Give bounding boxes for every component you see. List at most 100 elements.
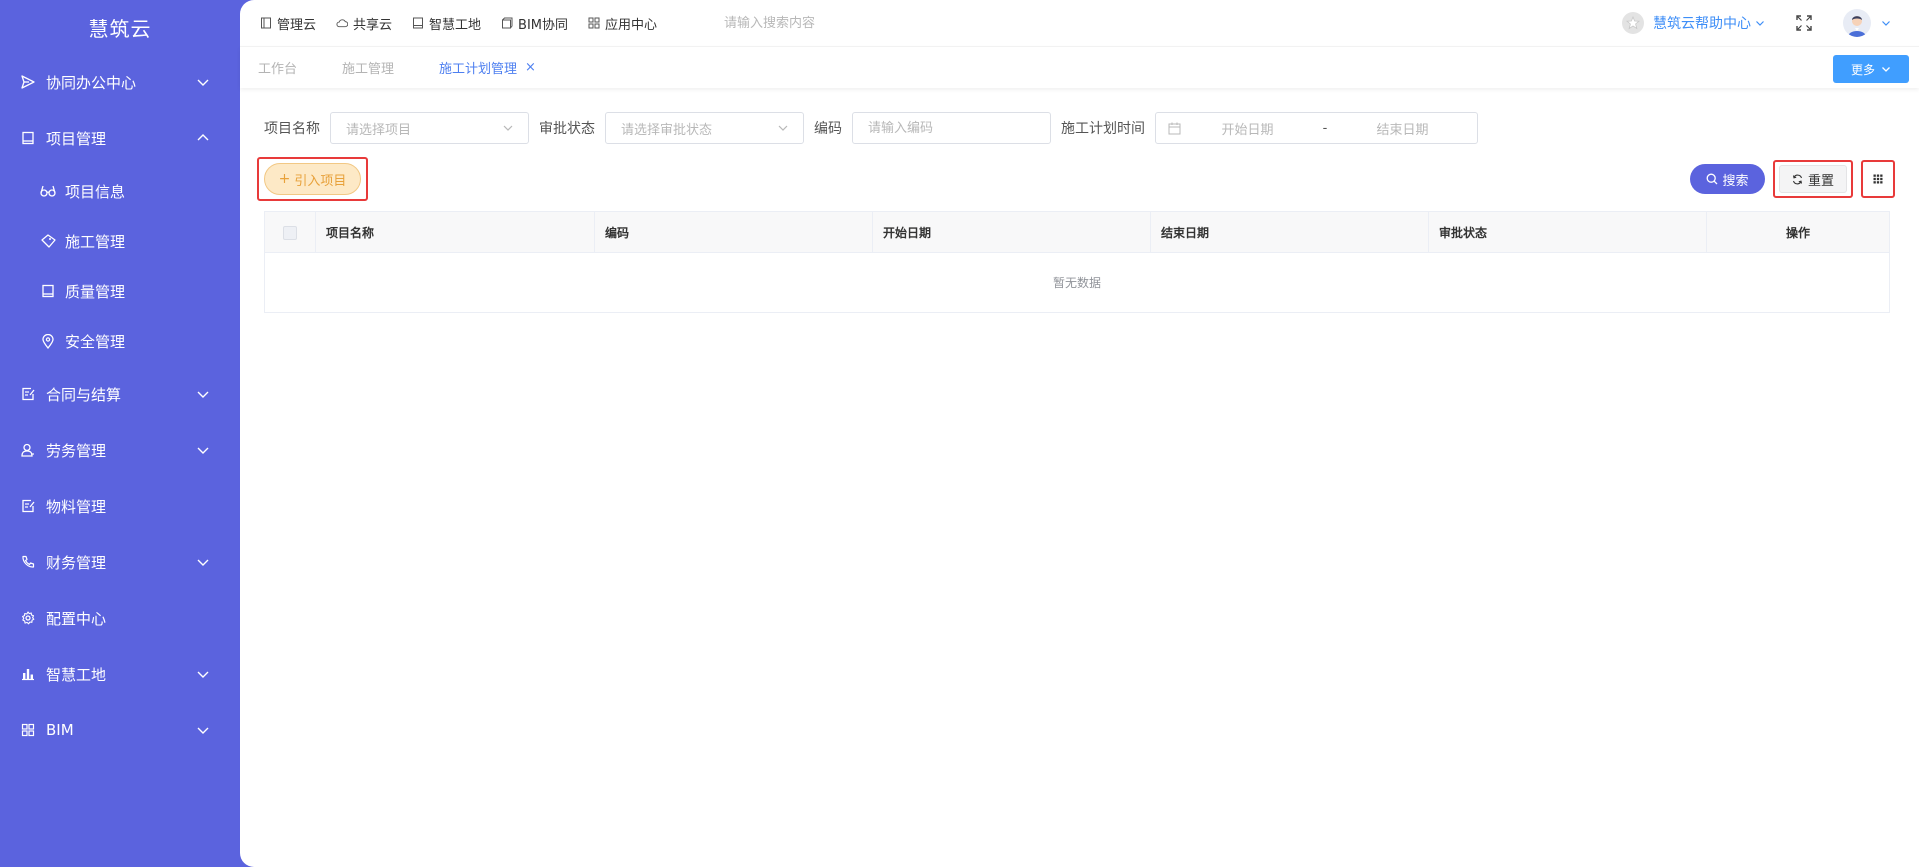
chevron-down-icon[interactable] bbox=[1881, 18, 1891, 28]
sidebar-item-material-management[interactable]: 物料管理 bbox=[0, 478, 240, 534]
sidebar-item-config-center[interactable]: 配置中心 bbox=[0, 590, 240, 646]
filter-bar: 项目名称 请选择项目 审批状态 请选择审批状态 编码 施工计划时间 开始日期 -… bbox=[264, 112, 1478, 144]
top-nav-bim-collab[interactable]: BIM协同 bbox=[501, 14, 568, 33]
tabs-bar: 工作台 施工管理 施工计划管理 × 更多 bbox=[240, 46, 1919, 88]
reset-highlight-box: 重置 bbox=[1773, 160, 1853, 198]
project-name-placeholder: 请选择项目 bbox=[346, 122, 412, 138]
sidebar-subitem-safety-management[interactable]: 安全管理 bbox=[0, 316, 240, 366]
chevron-down-icon bbox=[1881, 64, 1891, 74]
sidebar-subitem-label: 项目信息 bbox=[65, 182, 126, 201]
tab-label: 施工计划管理 bbox=[439, 62, 518, 77]
sidebar-item-contract-settlement[interactable]: 合同与结算 bbox=[0, 366, 240, 422]
sidebar-item-label: 财务管理 bbox=[46, 553, 107, 572]
plan-table: 项目名称 编码 开始日期 结束日期 审批状态 操作 暂无数据 bbox=[264, 211, 1890, 313]
sidebar-item-finance-management[interactable]: 财务管理 bbox=[0, 534, 240, 590]
reset-button[interactable]: 重置 bbox=[1779, 165, 1847, 193]
top-bar: 管理云 共享云 智慧工地 BIM协同 应用中心 请输入搜索内容 慧筑云帮助中心 bbox=[240, 0, 1919, 46]
fullscreen-icon[interactable] bbox=[1795, 14, 1813, 32]
user-avatar[interactable] bbox=[1843, 9, 1871, 37]
chevron-down-icon bbox=[1755, 18, 1765, 28]
chevron-down-icon bbox=[777, 122, 789, 134]
plus-icon: + bbox=[278, 171, 291, 187]
tab-label: 工作台 bbox=[258, 62, 298, 77]
top-nav-app-center[interactable]: 应用中心 bbox=[588, 14, 657, 33]
tab-workbench[interactable]: 工作台 bbox=[258, 58, 297, 77]
sidebar-subitem-construction-management[interactable]: 施工管理 bbox=[0, 216, 240, 266]
book-icon bbox=[20, 130, 36, 146]
code-input[interactable] bbox=[852, 112, 1051, 144]
tab-label: 施工管理 bbox=[342, 62, 395, 77]
column-header[interactable]: 编码 bbox=[595, 212, 873, 253]
tab-close-icon[interactable]: × bbox=[525, 60, 536, 75]
top-nav-management-cloud[interactable]: 管理云 bbox=[260, 14, 316, 33]
project-name-select[interactable]: 请选择项目 bbox=[330, 112, 529, 144]
chevron-down-icon bbox=[196, 387, 210, 401]
chevron-down-icon bbox=[502, 122, 514, 134]
import-highlight-box: + 引入项目 bbox=[257, 157, 368, 201]
global-search-input[interactable] bbox=[724, 10, 925, 36]
more-button-label: 更多 bbox=[1850, 62, 1875, 77]
tab-construction-management[interactable]: 施工管理 bbox=[342, 58, 394, 77]
location-icon bbox=[40, 333, 56, 349]
table-header: 项目名称 编码 开始日期 结束日期 审批状态 操作 bbox=[265, 212, 1889, 253]
approval-status-select[interactable]: 请选择审批状态 bbox=[605, 112, 804, 144]
main-panel: 管理云 共享云 智慧工地 BIM协同 应用中心 请输入搜索内容 慧筑云帮助中心 … bbox=[240, 0, 1919, 867]
column-header: 操作 bbox=[1785, 226, 1810, 240]
sidebar-item-label: 物料管理 bbox=[46, 497, 107, 516]
top-nav-shared-cloud[interactable]: 共享云 bbox=[336, 14, 392, 33]
grid-icon bbox=[588, 17, 600, 29]
approval-status-placeholder: 请选择审批状态 bbox=[621, 122, 713, 138]
column-header[interactable]: 项目名称 bbox=[316, 212, 595, 253]
sidebar-item-collab-office[interactable]: 协同办公中心 bbox=[0, 54, 240, 110]
sidebar-subitem-project-info[interactable]: 项目信息 bbox=[0, 166, 240, 216]
sidebar-item-smart-site[interactable]: 智慧工地 bbox=[0, 646, 240, 702]
book-icon bbox=[260, 17, 272, 29]
tab-construction-plan-management[interactable]: 施工计划管理 × bbox=[439, 58, 536, 77]
search-button[interactable]: 搜索 bbox=[1690, 164, 1765, 194]
cube-icon bbox=[501, 17, 513, 29]
sidebar: 慧筑云 协同办公中心 项目管理 项目信息 施工管理 质量管理 安全管理 合同与结… bbox=[0, 0, 240, 867]
user-icon bbox=[20, 442, 36, 458]
sidebar-item-labor-management[interactable]: 劳务管理 bbox=[0, 422, 240, 478]
plan-date-range-picker[interactable]: 开始日期 - 结束日期 bbox=[1155, 112, 1478, 144]
edit-doc-icon bbox=[20, 498, 36, 514]
help-center-link[interactable]: 慧筑云帮助中心 bbox=[1653, 13, 1765, 33]
top-nav: 管理云 共享云 智慧工地 BIM协同 应用中心 bbox=[260, 14, 677, 33]
sidebar-item-bim[interactable]: BIM bbox=[0, 702, 240, 758]
column-header[interactable]: 开始日期 bbox=[873, 212, 1151, 253]
column-header[interactable]: 结束日期 bbox=[1151, 212, 1429, 253]
code-label: 编码 bbox=[814, 121, 842, 137]
search-icon bbox=[1706, 173, 1718, 185]
bar-chart-icon bbox=[20, 666, 36, 682]
plan-time-label: 施工计划时间 bbox=[1061, 121, 1145, 137]
chevron-down-icon bbox=[196, 75, 210, 89]
sidebar-item-label: 协同办公中心 bbox=[46, 73, 137, 92]
top-nav-smart-site[interactable]: 智慧工地 bbox=[412, 14, 481, 33]
import-project-button[interactable]: + 引入项目 bbox=[264, 163, 361, 195]
phone-icon bbox=[20, 554, 36, 570]
project-name-label: 项目名称 bbox=[264, 121, 320, 137]
sidebar-item-project-management[interactable]: 项目管理 bbox=[0, 110, 240, 166]
sidebar-item-label: 项目管理 bbox=[46, 129, 107, 148]
sidebar-subitem-quality-management[interactable]: 质量管理 bbox=[0, 266, 240, 316]
chevron-down-icon bbox=[196, 667, 210, 681]
column-settings-button[interactable] bbox=[1866, 165, 1890, 193]
start-date-placeholder[interactable]: 开始日期 bbox=[1185, 119, 1310, 138]
more-button[interactable]: 更多 bbox=[1833, 55, 1909, 83]
top-nav-label: 管理云 bbox=[277, 17, 317, 33]
chevron-down-icon bbox=[196, 555, 210, 569]
refresh-icon bbox=[1792, 174, 1803, 185]
help-center-label: 慧筑云帮助中心 bbox=[1653, 16, 1751, 32]
header-checkbox-cell bbox=[265, 212, 316, 253]
end-date-placeholder[interactable]: 结束日期 bbox=[1340, 119, 1465, 138]
select-all-checkbox[interactable] bbox=[283, 225, 297, 240]
reset-button-label: 重置 bbox=[1807, 173, 1834, 189]
column-header[interactable]: 审批状态 bbox=[1429, 212, 1707, 253]
sidebar-subitem-label: 质量管理 bbox=[65, 282, 126, 301]
top-nav-label: 智慧工地 bbox=[429, 17, 482, 33]
diamond-icon bbox=[40, 233, 56, 249]
chevron-down-icon bbox=[196, 443, 210, 457]
top-right-area: 慧筑云帮助中心 bbox=[1622, 0, 1891, 46]
edit-doc-icon bbox=[20, 386, 36, 402]
search-button-label: 搜索 bbox=[1722, 173, 1749, 189]
